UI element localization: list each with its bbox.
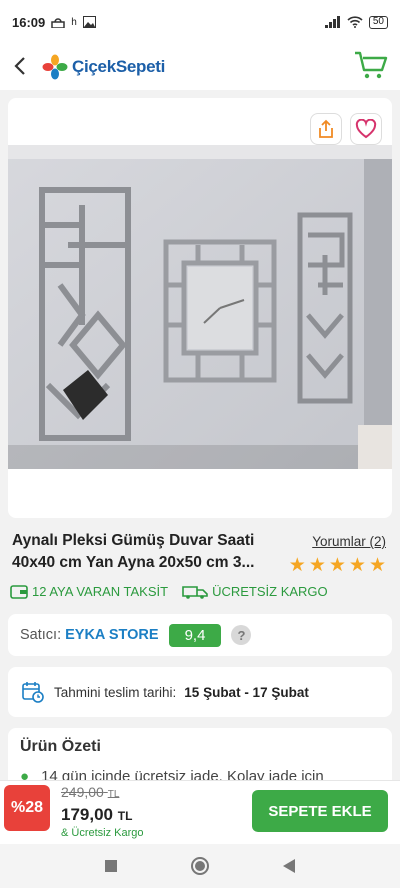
flower-logo-icon: [42, 54, 68, 80]
free-cargo-label: ÜCRETSİZ KARGO: [212, 584, 328, 599]
cargo-note: & Ücretsiz Kargo: [61, 827, 144, 839]
price-bar: %28 249,00 TL 179,00 TL & Ücretsiz Kargo…: [0, 780, 400, 844]
new-price: 179,00 TL: [61, 805, 132, 825]
star-icon: ★: [308, 555, 326, 576]
summary-title: Ürün Özeti: [20, 738, 101, 755]
calendar-icon: [22, 682, 44, 703]
seller-label: Satıcı:: [20, 627, 62, 643]
wallet-icon: [10, 584, 28, 599]
heart-icon: [355, 119, 377, 139]
discount-badge: %28: [4, 785, 50, 831]
product-info: Aynalı Pleksi Gümüş Duvar Saati 40x40 cm…: [12, 530, 388, 577]
wifi-icon: [347, 16, 363, 28]
add-to-cart-button[interactable]: SEPETE EKLE: [252, 790, 388, 832]
status-right-icons: 50: [324, 15, 388, 29]
old-price-currency: TL: [107, 789, 120, 800]
product-image-card: [8, 98, 392, 518]
installment-label: 12 AYA VARAN TAKSİT: [32, 584, 169, 599]
star-icon: ★: [288, 555, 306, 576]
star-icon: ★: [368, 555, 386, 576]
product-photo[interactable]: [8, 145, 392, 469]
installment-badge: 12 AYA VARAN TAKSİT: [10, 584, 168, 599]
seller-name[interactable]: EYKA STORE: [65, 627, 158, 643]
product-title: Aynalı Pleksi Gümüş Duvar Saati 40x40 cm…: [12, 532, 255, 571]
product-badges: 12 AYA VARAN TAKSİT ÜCRETSİZ KARGO: [10, 584, 328, 599]
cart-icon[interactable]: [354, 50, 388, 85]
status-time: 16:09: [12, 14, 46, 30]
rating-stars: ★ ★ ★ ★ ★: [289, 554, 386, 577]
free-cargo-badge: ÜCRETSİZ KARGO: [182, 584, 328, 599]
delivery-date: 15 Şubat - 17 Şubat: [184, 684, 309, 700]
old-price: 249,00 TL: [61, 784, 119, 800]
mosque-icon: [51, 18, 65, 28]
reviews-link[interactable]: Yorumlar (2): [312, 534, 386, 549]
delivery-label: Tahmini teslim tarihi:: [54, 684, 177, 700]
star-icon: ★: [328, 555, 346, 576]
back-icon[interactable]: [282, 858, 296, 874]
truck-icon: [182, 585, 208, 599]
seller-score: 9,4: [168, 623, 222, 647]
battery-icon: 50: [368, 15, 388, 29]
share-icon: [319, 119, 333, 138]
seller-card: Satıcı: EYKA STORE 9,4 ?: [8, 614, 392, 656]
status-extra: h: [71, 16, 77, 28]
recents-icon[interactable]: [104, 859, 118, 873]
summary-card: Ürün Özeti ● 14 gün içinde ücretsiz iade…: [8, 728, 392, 788]
signal-icon: [324, 16, 340, 28]
image-icon: [82, 16, 96, 28]
back-arrow-icon[interactable]: [12, 52, 36, 83]
share-button[interactable]: [310, 113, 342, 145]
status-left-icons: h: [51, 16, 96, 28]
logo[interactable]: ÇiçekSepeti: [42, 54, 165, 80]
delivery-card: Tahmini teslim tarihi: 15 Şubat - 17 Şub…: [8, 667, 392, 717]
help-icon[interactable]: ?: [231, 625, 252, 645]
system-nav-bar: [0, 844, 400, 888]
old-price-value: 249,00: [61, 784, 104, 800]
home-icon[interactable]: [190, 856, 210, 876]
new-price-currency: TL: [117, 809, 133, 823]
favorite-button[interactable]: [350, 113, 382, 145]
app-bar: ÇiçekSepeti: [0, 44, 400, 90]
logo-text: ÇiçekSepeti: [72, 57, 166, 76]
status-bar: 16:09 h 50: [0, 0, 400, 44]
new-price-value: 179,00: [61, 805, 113, 824]
star-icon: ★: [348, 555, 366, 576]
